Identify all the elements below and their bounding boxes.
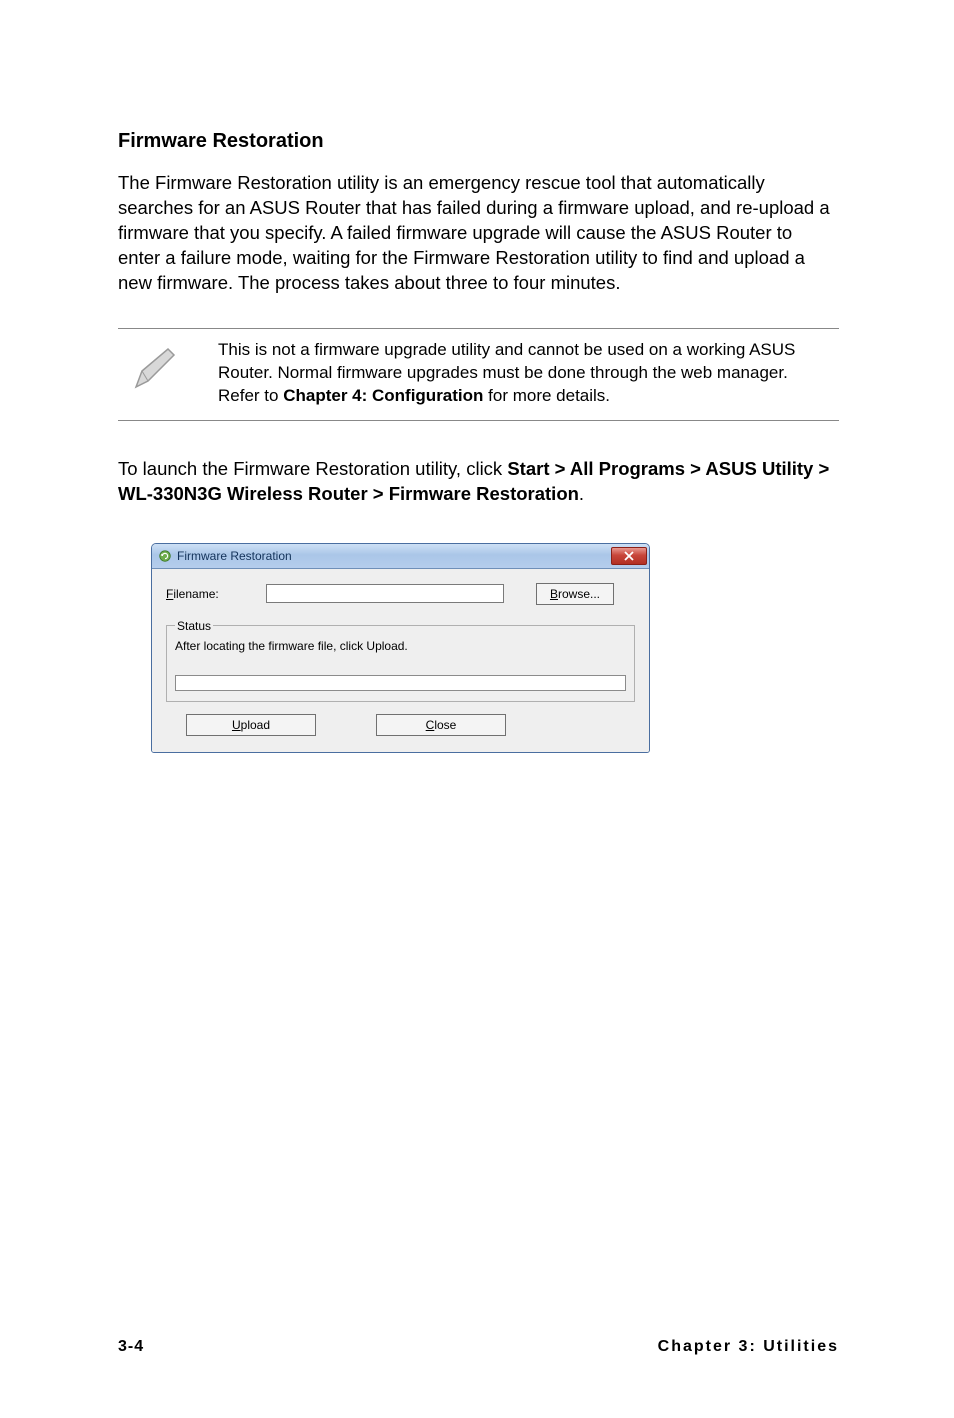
filename-label: Filename: [166, 587, 266, 601]
status-text: After locating the firmware file, click … [175, 639, 626, 653]
footer-page-number: 3-4 [118, 1338, 144, 1356]
page-footer: 3-4 Chapter 3: Utilities [118, 1338, 839, 1356]
filename-input[interactable] [266, 584, 504, 603]
footer-chapter: Chapter 3: Utilities [658, 1338, 839, 1356]
close-rest: lose [434, 718, 456, 732]
intro-paragraph: The Firmware Restoration utility is an e… [118, 171, 839, 296]
filename-row: Filename: Browse... [166, 583, 635, 605]
note-text-after: for more details. [483, 386, 610, 405]
launch-text-after: . [579, 483, 584, 504]
firmware-restoration-dialog: Firmware Restoration Filename: Browse...… [151, 543, 650, 753]
note-text: This is not a firmware upgrade utility a… [218, 339, 839, 408]
browse-u: B [550, 587, 558, 601]
close-icon[interactable] [611, 547, 647, 565]
dialog-body: Filename: Browse... Status After locatin… [152, 569, 649, 752]
upload-button[interactable]: Upload [186, 714, 316, 736]
dialog-titlebar: Firmware Restoration [152, 544, 649, 569]
launch-text-before: To launch the Firmware Restoration utili… [118, 458, 507, 479]
dialog-button-row: Upload Close [166, 714, 635, 736]
browse-rest: rowse... [558, 587, 600, 601]
note-text-bold: Chapter 4: Configuration [283, 386, 483, 405]
pencil-note-icon [130, 343, 180, 393]
close-button[interactable]: Close [376, 714, 506, 736]
upload-u: U [232, 718, 241, 732]
status-group: Status After locating the firmware file,… [166, 619, 635, 702]
dialog-title: Firmware Restoration [177, 549, 611, 563]
note-block: This is not a firmware upgrade utility a… [118, 328, 839, 421]
upload-rest: pload [241, 718, 270, 732]
status-legend: Status [175, 619, 213, 633]
filename-label-rest: ilename: [173, 587, 218, 601]
dialog-app-icon [158, 549, 172, 563]
progress-bar [175, 675, 626, 691]
launch-paragraph: To launch the Firmware Restoration utili… [118, 457, 839, 507]
browse-button[interactable]: Browse... [536, 583, 614, 605]
section-heading: Firmware Restoration [118, 130, 839, 153]
